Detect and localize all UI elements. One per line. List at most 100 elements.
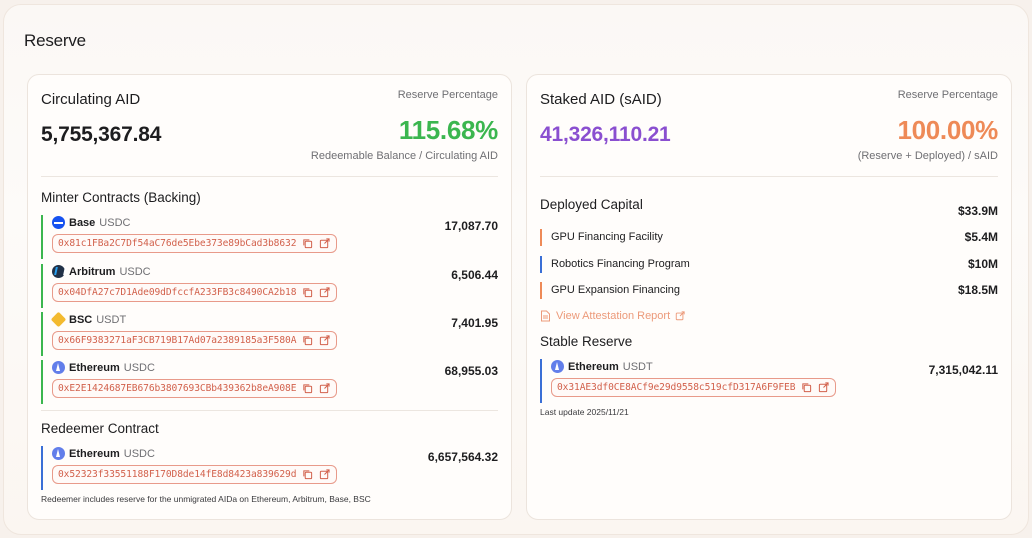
external-link-icon[interactable]: [818, 382, 829, 393]
deployed-item: Robotics Financing Program $10M: [540, 256, 998, 273]
circulating-percentage-formula: Redeemable Balance / Circulating AID: [310, 150, 498, 162]
divider: [540, 176, 998, 177]
copy-icon[interactable]: [302, 335, 313, 346]
minter-contracts-title: Minter Contracts (Backing): [41, 190, 201, 205]
token-name: USDC: [99, 216, 131, 229]
staked-card: Staked AID (sAID) Reserve Percentage 41,…: [526, 74, 1012, 520]
deployed-item: GPU Expansion Financing $18.5M: [540, 282, 998, 299]
external-link-icon[interactable]: [319, 383, 330, 394]
accent-bar: [540, 282, 542, 299]
document-icon: [541, 310, 550, 322]
minter-amount: 17,087.70: [444, 219, 498, 233]
external-link-icon[interactable]: [675, 311, 685, 321]
redeemer-amount: 6,657,564.32: [427, 450, 498, 464]
ethereum-icon: [52, 361, 65, 374]
staked-percentage: 100.00%: [897, 115, 998, 145]
copy-icon[interactable]: [302, 238, 313, 249]
address-pill: 0xE2E1424687EB676b3807693CBb439362b8eA90…: [52, 379, 338, 398]
address-pill: 0x66F9383271aF3CB719B17Ad07a2389185a3F58…: [52, 331, 338, 350]
chain-name: Arbitrum: [69, 265, 116, 278]
chain-name: Ethereum: [69, 361, 120, 374]
chain-line: Ethereum USDC: [52, 447, 155, 460]
ethereum-icon: [52, 447, 65, 460]
view-attestation-label[interactable]: View Attestation Report: [556, 310, 670, 322]
staked-percentage-formula: (Reserve + Deployed) / sAID: [857, 150, 998, 162]
copy-icon[interactable]: [302, 469, 313, 480]
arbitrum-icon: [52, 265, 65, 278]
deployed-item-name: Robotics Financing Program: [551, 258, 690, 270]
deployed-item-name: GPU Expansion Financing: [551, 284, 681, 296]
chain-name: Ethereum: [69, 447, 120, 460]
stable-reserve-title: Stable Reserve: [540, 334, 633, 349]
address-pill: 0x04DfA27c7D1Ade09dDfccfA233FB3c8490CA2b…: [52, 283, 338, 302]
chain-line: Ethereum USDT: [551, 360, 653, 373]
copy-icon[interactable]: [302, 383, 313, 394]
bsc-icon: [50, 311, 67, 328]
chain-line: Arbitrum USDC: [52, 265, 151, 278]
minter-entry-ethereum: Ethereum USDC 0xE2E1424687EB676b3807693C…: [41, 360, 498, 404]
contract-address[interactable]: 0x52323f33551188F170D8de14fE8d8423a83962…: [58, 469, 296, 480]
minter-entry-base: Base USDC 0x81c1FBa2C7Df54aC76de5Ebe373e…: [41, 215, 498, 259]
copy-icon[interactable]: [302, 287, 313, 298]
redeemer-footnote: Redeemer includes reserve for the unmigr…: [41, 494, 371, 504]
minter-entry-bsc: BSC USDT 0x66F9383271aF3CB719B17Ad07a238…: [41, 311, 498, 356]
accent-bar: [540, 256, 542, 273]
accent-bar: [41, 360, 43, 404]
token-name: USDC: [119, 265, 151, 278]
external-link-icon[interactable]: [319, 335, 330, 346]
chain-line: Ethereum USDC: [52, 361, 155, 374]
deployed-item-amount: $18.5M: [957, 283, 998, 297]
staked-title: Staked AID (sAID): [540, 91, 662, 108]
external-link-icon[interactable]: [319, 238, 330, 249]
view-attestation-link[interactable]: View Attestation Report: [540, 310, 685, 322]
stable-reserve-entry: Ethereum USDT 0x31AE3df0CE8ACf9e29d9558c…: [540, 359, 998, 403]
contract-address[interactable]: 0xE2E1424687EB676b3807693CBb439362b8eA90…: [58, 383, 296, 394]
chain-name: BSC: [69, 313, 93, 326]
chain-name: Ethereum: [568, 360, 619, 373]
external-link-icon[interactable]: [319, 469, 330, 480]
page-title: Reserve: [24, 31, 86, 50]
contract-address[interactable]: 0x81c1FBa2C7Df54aC76de5Ebe373e89bCad3b86…: [58, 238, 296, 249]
reserve-panel: Reserve Circulating AID Reserve Percenta…: [3, 4, 1029, 535]
chain-name: Base: [69, 216, 96, 229]
ethereum-icon: [551, 360, 564, 373]
redeemer-contract-title: Redeemer Contract: [41, 421, 159, 436]
accent-bar: [540, 229, 542, 246]
circulating-card: Circulating AID Reserve Percentage 5,755…: [27, 74, 512, 520]
deployed-item-name: GPU Financing Facility: [551, 231, 663, 243]
minter-amount: 68,955.03: [444, 364, 498, 378]
token-name: USDT: [622, 360, 653, 373]
address-pill: 0x52323f33551188F170D8de14fE8d8423a83962…: [52, 465, 338, 484]
circulating-percentage: 115.68%: [398, 115, 498, 145]
minter-amount: 6,506.44: [451, 268, 498, 282]
deployed-capital-total: $33.9M: [957, 204, 998, 218]
deployed-item: GPU Financing Facility $5.4M: [540, 229, 998, 246]
minter-entry-arbitrum: Arbitrum USDC 0x04DfA27c7D1Ade09dDfccfA2…: [41, 264, 498, 308]
contract-address[interactable]: 0x66F9383271aF3CB719B17Ad07a2389185a3F58…: [58, 335, 296, 346]
token-name: USDC: [123, 361, 155, 374]
address-pill: 0x31AE3df0CE8ACf9e29d9558c519cfD317A6F9F…: [551, 378, 837, 397]
circulating-title: Circulating AID: [41, 91, 141, 108]
circulating-value: 5,755,367.84: [41, 123, 162, 146]
reserve-percentage-label: Reserve Percentage: [397, 89, 498, 101]
deployed-capital-title: Deployed Capital: [540, 197, 643, 212]
deployed-item-amount: $5.4M: [964, 230, 998, 244]
accent-bar: [540, 359, 542, 403]
copy-icon[interactable]: [801, 382, 812, 393]
divider: [41, 410, 498, 411]
address-pill: 0x81c1FBa2C7Df54aC76de5Ebe373e89bCad3b86…: [52, 234, 338, 253]
staked-value: 41,326,110.21: [540, 123, 671, 146]
divider: [41, 176, 498, 177]
token-name: USDC: [123, 447, 155, 460]
chain-line: Base USDC: [52, 216, 130, 229]
contract-address[interactable]: 0x31AE3df0CE8ACf9e29d9558c519cfD317A6F9F…: [557, 382, 795, 393]
contract-address[interactable]: 0x04DfA27c7D1Ade09dDfccfA233FB3c8490CA2b…: [58, 287, 296, 298]
deployed-item-amount: $10M: [967, 257, 998, 271]
chain-line: BSC USDT: [50, 311, 127, 328]
external-link-icon[interactable]: [319, 287, 330, 298]
accent-bar: [41, 446, 43, 490]
stable-reserve-amount: 7,315,042.11: [928, 363, 998, 377]
redeemer-entry-ethereum: Ethereum USDC 0x52323f33551188F170D8de14…: [41, 446, 498, 490]
token-name: USDT: [96, 313, 127, 326]
minter-amount: 7,401.95: [451, 316, 498, 330]
